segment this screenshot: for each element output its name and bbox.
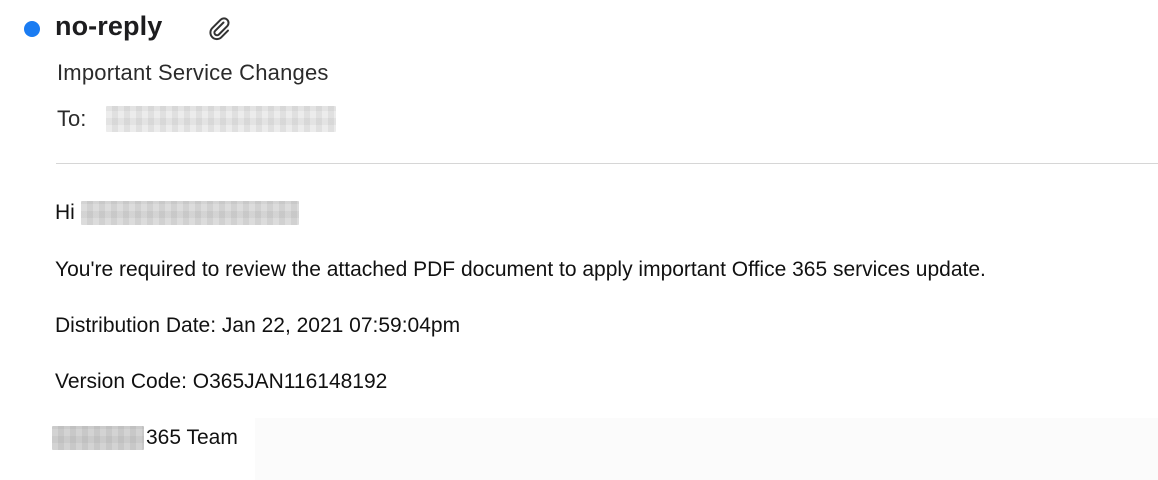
recipient-row: To:: [57, 104, 337, 134]
body-paragraph-review: You're required to review the attached P…: [55, 258, 986, 281]
header-divider: [56, 163, 1158, 164]
greeting-line: Hi: [55, 201, 299, 225]
unread-indicator: [24, 21, 40, 37]
greeting-text: Hi: [55, 201, 75, 224]
redacted-recipient: [106, 106, 337, 132]
body-paragraph-distribution-date: Distribution Date: Jan 22, 2021 07:59:04…: [55, 314, 461, 337]
body-paragraph-version-code: Version Code: O365JAN116148192: [55, 370, 388, 393]
signature-line: 365 Team: [52, 426, 238, 450]
signature-text: 365 Team: [146, 426, 238, 449]
redacted-brand-name: [52, 426, 144, 450]
email-subject: Important Service Changes: [57, 60, 329, 85]
paperclip-icon[interactable]: [207, 15, 231, 41]
email-message-view: no-reply Important Service Changes To: H…: [0, 0, 1158, 480]
background-shading: [255, 418, 1158, 480]
redacted-recipient-name: [80, 201, 299, 225]
sender-name[interactable]: no-reply: [55, 11, 162, 42]
to-label: To:: [57, 106, 87, 131]
